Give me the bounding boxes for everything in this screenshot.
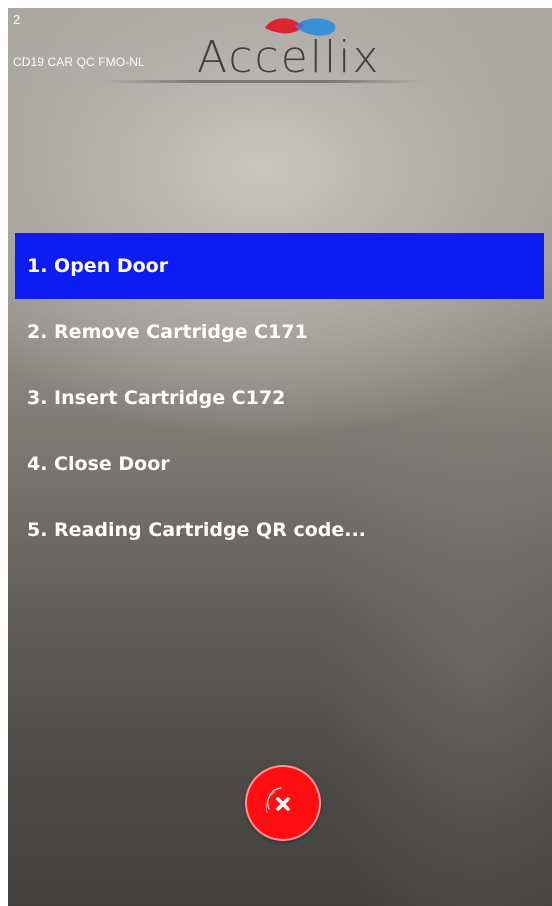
cancel-button[interactable] [245,765,321,841]
step-reading-qr: 5. Reading Cartridge QR code... [27,519,366,541]
close-icon [265,787,290,813]
step-remove-cartridge: 2. Remove Cartridge C171 [27,321,308,343]
step-counter: 2 [13,12,21,27]
app-frame: 2 CD19 CAR QC FMO-NL Accellix 1. Open Do… [0,0,552,906]
protocol-name: CD19 CAR QC FMO-NL [13,55,145,69]
logo-text: Accellix [197,32,381,83]
instrument-screen: 2 CD19 CAR QC FMO-NL Accellix 1. Open Do… [8,8,552,906]
step-close-door: 4. Close Door [27,453,170,475]
step-insert-cartridge: 3. Insert Cartridge C172 [27,387,286,409]
step-open-door: 1. Open Door [15,233,544,299]
logo-underline [103,80,423,83]
step-list: 1. Open Door 2. Remove Cartridge C171 3.… [15,233,544,563]
